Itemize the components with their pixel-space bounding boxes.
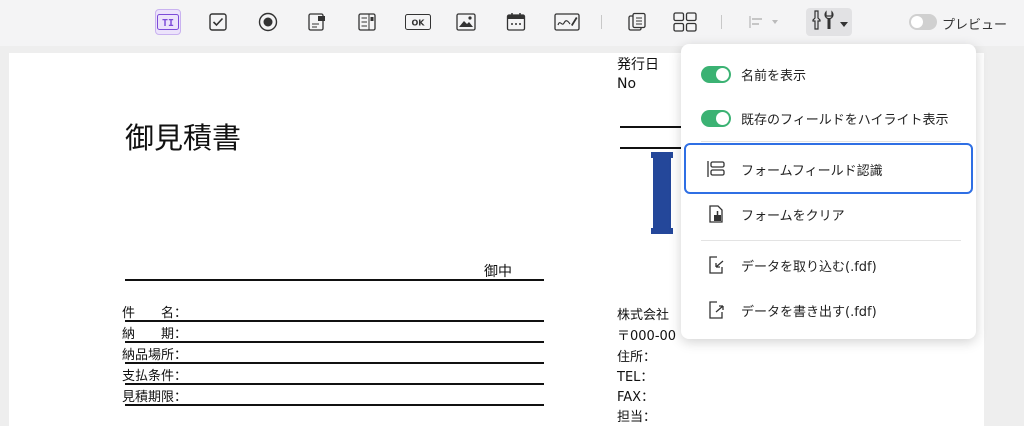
radio-button-icon[interactable] — [255, 9, 281, 35]
align-icon[interactable] — [746, 9, 782, 35]
document-title: 御見積書 — [125, 121, 242, 155]
field-label-delivery-place: 納品場所： — [122, 348, 188, 363]
menu-item-clear-form[interactable]: フォームをクリア — [681, 192, 976, 236]
show-names-toggle[interactable] — [701, 65, 731, 83]
field-line — [125, 362, 544, 364]
company-fax: FAX： — [617, 390, 655, 405]
field-label-payment-terms: 支払条件： — [122, 369, 188, 384]
image-field-icon[interactable] — [453, 9, 479, 35]
text-field-icon[interactable]: TI — [155, 9, 181, 35]
menu-item-label: フォームをクリア — [741, 208, 845, 224]
menu-divider — [701, 240, 961, 241]
date-field-icon[interactable] — [503, 9, 529, 35]
company-tel: TEL： — [617, 370, 654, 385]
menu-item-label: 名前を表示 — [741, 68, 807, 84]
menu-item-label: フォームフィールド認識 — [741, 163, 883, 179]
menu-item-label: データを書き出す(.fdf) — [741, 304, 877, 320]
company-contact: 担当： — [617, 410, 657, 425]
preview-label: プレビュー — [942, 18, 1008, 33]
field-line — [125, 404, 544, 406]
menu-item-form-field-recognition[interactable]: フォームフィールド認識 — [681, 147, 976, 191]
menu-item-export-data[interactable]: データを書き出す(.fdf) — [681, 288, 976, 332]
preview-toggle[interactable] — [909, 14, 937, 30]
company-logo — [651, 152, 673, 234]
menu-item-show-names[interactable]: 名前を表示 — [681, 52, 976, 96]
form-recognition-icon — [705, 158, 727, 180]
menu-item-label: データを取り込む(.fdf) — [741, 259, 877, 275]
field-label-quote-expiry: 見積期限： — [122, 390, 188, 405]
signature-field-icon[interactable] — [553, 9, 581, 35]
toolbar-divider — [721, 15, 722, 29]
form-toolbar: TI OK プレビュー — [0, 0, 1024, 46]
list-box-icon[interactable] — [354, 9, 380, 35]
issue-date-line — [620, 126, 682, 128]
menu-item-highlight-fields[interactable]: 既存のフィールドをハイライト表示 — [681, 96, 976, 140]
checkbox-icon[interactable] — [205, 9, 231, 35]
grid-layout-icon[interactable] — [672, 9, 698, 35]
field-line — [125, 383, 544, 385]
issue-date-label: 発行日 — [617, 57, 659, 73]
company-address: 住所： — [617, 350, 657, 365]
tools-menu-button[interactable] — [806, 8, 852, 36]
field-line — [125, 341, 544, 343]
field-label-delivery-date: 納 期： — [122, 327, 188, 342]
field-line — [125, 320, 544, 322]
tools-icon — [811, 9, 837, 35]
number-label: No — [617, 76, 637, 92]
import-data-icon — [705, 254, 727, 276]
menu-divider — [701, 141, 961, 142]
form-list-icon[interactable] — [624, 9, 650, 35]
button-icon[interactable]: OK — [404, 9, 432, 35]
field-label-subject: 件 名： — [122, 306, 188, 321]
chevron-down-icon — [839, 13, 848, 32]
tools-dropdown-menu: 名前を表示 既存のフィールドをハイライト表示 フォームフィールド認識 フォームを… — [681, 44, 976, 339]
text-field-icon-text: TI — [162, 18, 174, 29]
highlight-fields-toggle[interactable] — [701, 109, 731, 127]
onchu-label: 御中 — [484, 264, 512, 280]
company-postal: 〒000-00 — [617, 329, 677, 344]
company-name: 株式会社 — [617, 308, 670, 323]
number-line — [620, 147, 682, 149]
export-data-icon — [705, 299, 727, 321]
ok-button-icon-text: OK — [412, 19, 426, 28]
menu-item-import-data[interactable]: データを取り込む(.fdf) — [681, 243, 976, 287]
menu-item-label: 既存のフィールドをハイライト表示 — [741, 112, 949, 128]
toolbar-divider — [601, 15, 602, 29]
clear-form-icon — [705, 203, 727, 225]
combo-box-icon[interactable] — [304, 9, 330, 35]
recipient-line — [125, 279, 544, 281]
